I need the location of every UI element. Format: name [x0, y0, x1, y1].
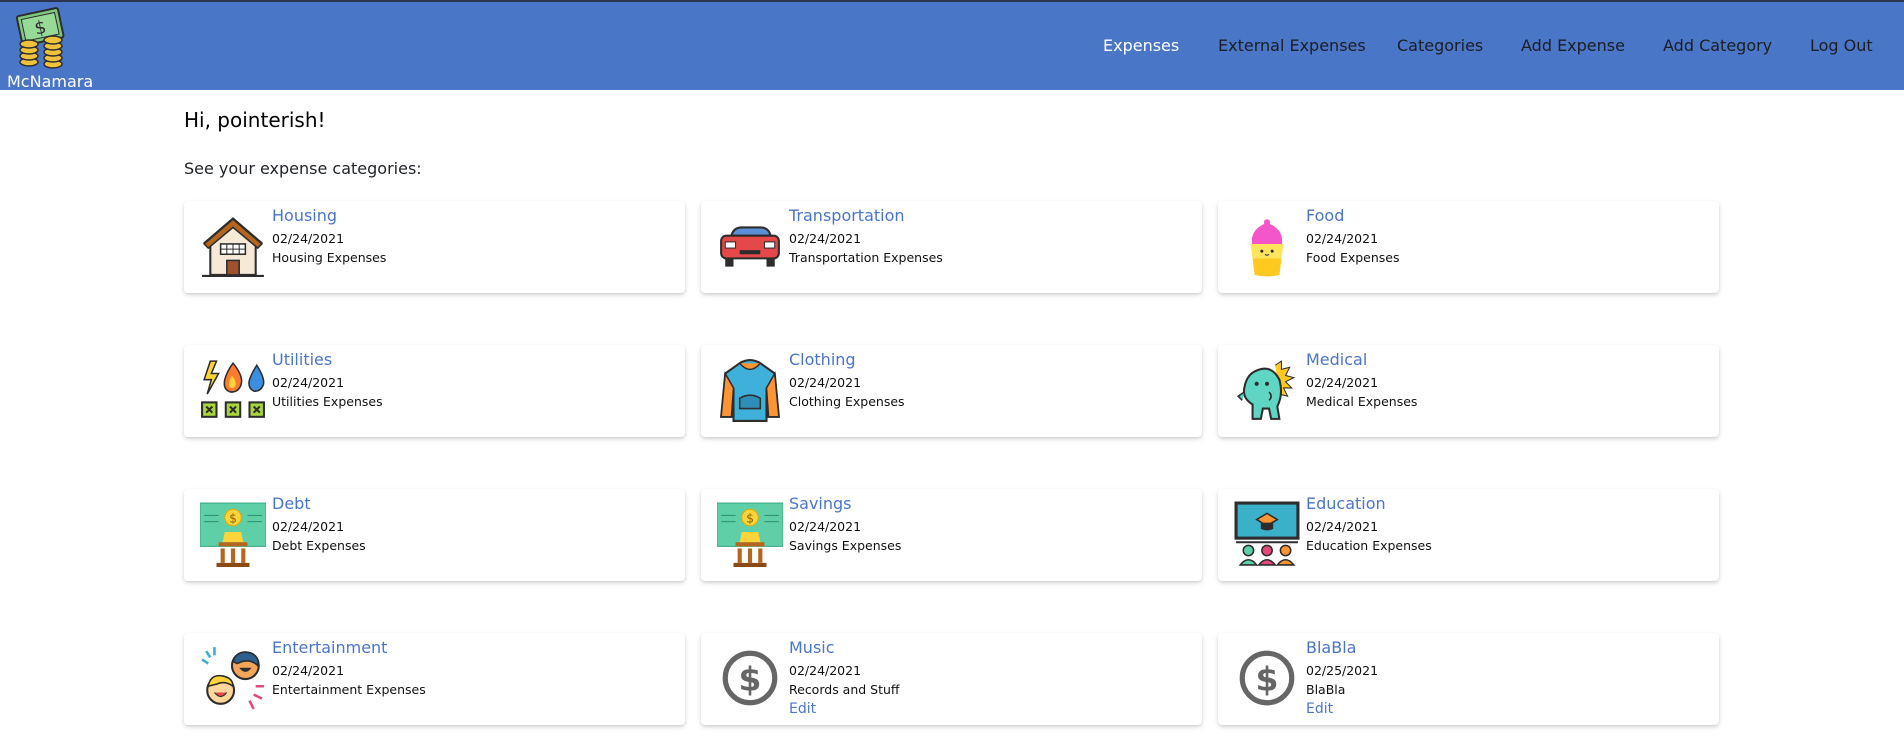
nav-categories[interactable]: Categories: [1397, 36, 1483, 55]
category-description: Medical Expenses: [1306, 394, 1418, 409]
category-description: Records and Stuff: [789, 682, 900, 697]
brand-name: McNamara: [7, 72, 94, 91]
category-title[interactable]: Utilities: [272, 350, 332, 369]
category-card-blabla: $ BlaBla 02/25/2021 BlaBla Edit: [1218, 633, 1719, 725]
nav-log-out[interactable]: Log Out: [1810, 36, 1873, 55]
category-date: 02/24/2021: [789, 231, 862, 246]
category-description: Education Expenses: [1306, 538, 1432, 553]
svg-text:$: $: [1256, 659, 1279, 698]
category-card-debt: $ Debt 02/24/2021 Debt Expenses: [184, 489, 685, 581]
category-date: 02/24/2021: [272, 231, 345, 246]
navbar: $ McNamara Expenses External Expenses Ca…: [0, 0, 1904, 91]
category-card-utilities: Utilities 02/24/2021 Utilities Expenses: [184, 345, 685, 437]
utilities-icon: [200, 357, 266, 423]
money-coins-icon: $: [13, 6, 77, 70]
category-description: Debt Expenses: [272, 538, 366, 553]
svg-text:$: $: [229, 512, 237, 526]
category-title[interactable]: Medical: [1306, 350, 1367, 369]
category-card-music: $ Music 02/24/2021 Records and Stuff Edi…: [701, 633, 1202, 725]
svg-text:$: $: [739, 659, 762, 698]
edit-link[interactable]: Edit: [1306, 701, 1333, 717]
category-date: 02/24/2021: [1306, 519, 1379, 534]
category-date: 02/24/2021: [789, 519, 862, 534]
category-title[interactable]: BlaBla: [1306, 638, 1356, 657]
brand-link[interactable]: $ McNamara: [7, 6, 107, 91]
dollar-circle-icon: $: [1234, 645, 1300, 711]
nav-external-expenses[interactable]: External Expenses: [1218, 36, 1366, 55]
category-date: 02/24/2021: [789, 375, 862, 390]
category-title[interactable]: Music: [789, 638, 835, 657]
category-card-food: Food 02/24/2021 Food Expenses: [1218, 201, 1719, 293]
category-card-savings: $ Savings 02/24/2021 Savings Expenses: [701, 489, 1202, 581]
category-description: Savings Expenses: [789, 538, 902, 553]
bank-money-icon: $: [717, 501, 783, 567]
dinosaur-icon: [1234, 357, 1300, 423]
category-date: 02/25/2021: [1306, 663, 1379, 678]
category-title[interactable]: Food: [1306, 206, 1344, 225]
category-description: Housing Expenses: [272, 250, 387, 265]
category-card-medical: Medical 02/24/2021 Medical Expenses: [1218, 345, 1719, 437]
category-date: 02/24/2021: [1306, 231, 1379, 246]
category-title[interactable]: Housing: [272, 206, 337, 225]
category-title[interactable]: Education: [1306, 494, 1386, 513]
car-icon: [717, 213, 783, 279]
category-title[interactable]: Entertainment: [272, 638, 387, 657]
category-title[interactable]: Savings: [789, 494, 852, 513]
category-card-transportation: Transportation 02/24/2021 Transportation…: [701, 201, 1202, 293]
greeting-heading: Hi, pointerish!: [184, 108, 326, 132]
house-icon: [200, 213, 266, 279]
category-description: Utilities Expenses: [272, 394, 383, 409]
category-description: BlaBla: [1306, 682, 1346, 697]
category-description: Clothing Expenses: [789, 394, 905, 409]
category-card-clothing: Clothing 02/24/2021 Clothing Expenses: [701, 345, 1202, 437]
classroom-icon: [1234, 501, 1300, 567]
dollar-circle-icon: $: [717, 645, 783, 711]
category-date: 02/24/2021: [272, 663, 345, 678]
category-date: 02/24/2021: [272, 519, 345, 534]
category-description: Entertainment Expenses: [272, 682, 426, 697]
category-description: Food Expenses: [1306, 250, 1400, 265]
category-card-education: Education 02/24/2021 Education Expenses: [1218, 489, 1719, 581]
nav-expenses[interactable]: Expenses: [1103, 36, 1179, 55]
category-title[interactable]: Debt: [272, 494, 311, 513]
category-card-entertainment: Entertainment 02/24/2021 Entertainment E…: [184, 633, 685, 725]
cupcake-icon: [1234, 213, 1300, 279]
category-card-housing: Housing 02/24/2021 Housing Expenses: [184, 201, 685, 293]
people-laughing-icon: [200, 645, 266, 711]
svg-text:$: $: [746, 512, 754, 526]
bank-money-icon: $: [200, 501, 266, 567]
category-date: 02/24/2021: [1306, 375, 1379, 390]
hoodie-icon: [717, 357, 783, 423]
category-description: Transportation Expenses: [789, 250, 943, 265]
category-title[interactable]: Clothing: [789, 350, 856, 369]
categories-subtitle: See your expense categories:: [184, 159, 422, 178]
category-title[interactable]: Transportation: [789, 206, 905, 225]
category-date: 02/24/2021: [789, 663, 862, 678]
nav-add-expense[interactable]: Add Expense: [1521, 36, 1625, 55]
category-date: 02/24/2021: [272, 375, 345, 390]
nav-add-category[interactable]: Add Category: [1663, 36, 1772, 55]
edit-link[interactable]: Edit: [789, 701, 816, 717]
